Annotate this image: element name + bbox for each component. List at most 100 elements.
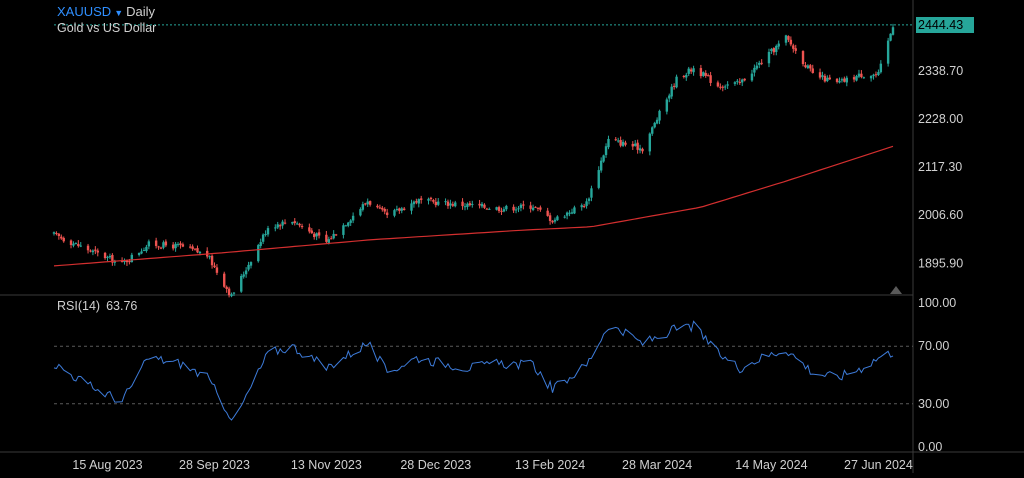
candle-body [383,208,386,212]
candle-body [736,80,739,82]
candle-body [94,249,97,251]
chart-area[interactable]: 2338.70 2228.00 2117.30 2006.60 1895.90 100.0… [0,0,1024,473]
candle-body [213,265,216,268]
candle-body [716,82,720,87]
candle-body [641,148,644,152]
rsi-value: 63.76 [106,299,138,313]
candle-body [845,77,848,83]
candle-body [809,65,812,69]
candle-body [247,264,250,270]
candle-body [55,233,58,235]
candle-body [215,267,219,273]
candle-body [137,252,141,255]
interval-label[interactable]: Daily [126,4,155,19]
candle-body [726,84,729,86]
candle-body [614,139,617,141]
candle-body [855,76,858,81]
candle-body [174,243,177,249]
candle-body [444,201,447,203]
candle-body [787,36,790,40]
candle-body [446,201,450,206]
candle-body [259,242,262,246]
candle-body [556,216,559,221]
candle-body [291,222,294,224]
rsi-tick-label: 30.00 [918,397,949,411]
candle-body [108,255,112,258]
candle-body [344,225,348,227]
candle-body [682,75,686,77]
candle-body [154,240,158,246]
candle-body [536,207,540,209]
candle-body [531,207,535,210]
candle-body [225,286,228,289]
candle-body [838,80,841,83]
candle-body [283,222,287,224]
candle-body [176,244,180,246]
candle-body [741,79,744,83]
candle-body [454,202,457,207]
candle-body [468,203,472,206]
candle-body [658,110,661,121]
candle-body [760,62,763,64]
candle-body [804,65,807,68]
candle-body [432,200,435,202]
candle-body [539,207,542,210]
candle-body [553,219,557,222]
symbol-name[interactable]: XAUUSD [57,4,111,19]
candle-body [415,201,418,203]
candle-body [334,234,338,236]
candle-body [770,49,773,52]
candle-body [417,199,420,204]
candle-body [480,203,484,207]
candle-body [668,95,671,99]
candle-body [376,205,379,208]
candle-body [62,237,65,242]
candle-body [687,68,690,74]
candle-body [351,215,355,221]
candle-body [772,48,776,53]
candle-body [709,75,712,83]
candle-body [874,74,878,76]
candle-body [602,155,605,162]
candle-body [437,201,440,205]
symbol-selector[interactable]: XAUUSD ▼ Daily [57,4,155,19]
candle-body [478,203,481,206]
candle-body [699,68,703,77]
candle-body [604,146,608,156]
candle-body [293,221,296,224]
candle-body [191,246,194,250]
candle-body [313,233,316,238]
candle-body [52,232,56,234]
candle-body [860,73,863,78]
triangle-down-icon[interactable]: ▼ [114,8,123,18]
price-tick-label: 2338.70 [918,64,963,78]
candle-body [862,77,866,79]
candle-body [210,255,214,266]
candle-body [719,86,722,88]
candle-body [342,225,345,235]
current-price-tag: 2444.43 [916,16,974,33]
time-tick-label: 28 Mar 2024 [622,458,692,472]
candle-body [232,292,236,294]
candle-body [402,208,406,210]
candle-body [597,170,600,188]
candle-body [767,51,771,64]
candle-body [361,204,365,210]
candle-body [325,234,328,242]
time-tick-label: 15 Aug 2023 [72,458,142,472]
candle-body [188,246,192,248]
candle-body [359,209,362,216]
candle-body [393,210,396,216]
candle-body [395,208,399,210]
candle-body [449,203,452,206]
collapse-triangle-icon[interactable] [890,286,902,294]
candle-body [208,256,211,258]
price-tick-label: 2117.30 [918,160,962,174]
chart-svg[interactable]: 2338.70 2228.00 2117.30 2006.60 1895.90 100.0… [0,0,1024,473]
candle-body [522,204,525,206]
candle-body [670,86,673,97]
candle-body [792,45,795,49]
candle-body [278,225,282,227]
candle-body [261,234,265,242]
candle-body [79,245,82,247]
